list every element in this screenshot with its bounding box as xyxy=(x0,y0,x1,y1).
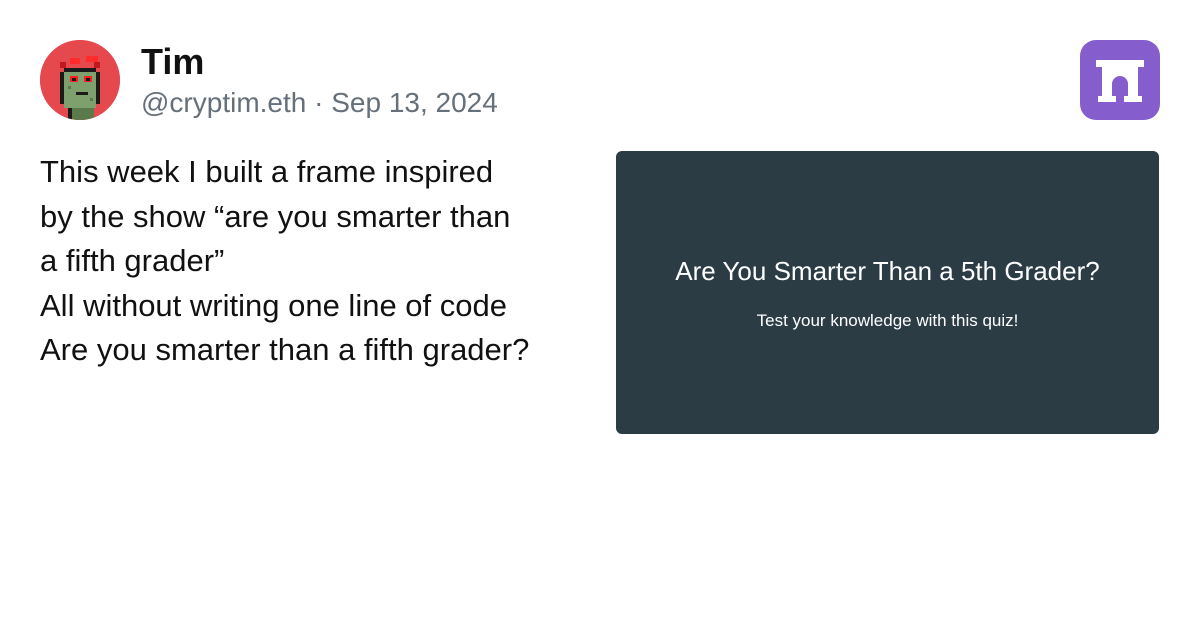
author-avatar[interactable] xyxy=(40,40,120,120)
frame-title: Are You Smarter Than a 5th Grader? xyxy=(675,256,1100,286)
post-line: This week I built a frame inspired xyxy=(40,154,494,189)
frame-subtitle: Test your knowledge with this quiz! xyxy=(756,311,1019,330)
post-line: by the show “are you smarter than xyxy=(40,198,511,234)
post-line: All without writing one line of code xyxy=(40,287,507,323)
farcaster-logo[interactable] xyxy=(1080,40,1160,120)
pixel-zombie-avatar-icon xyxy=(40,40,120,120)
post-line: Are you smarter than a fifth grader? xyxy=(40,332,530,367)
author-handle-and-date[interactable]: @cryptim.eth · Sep 13, 2024 xyxy=(141,86,498,120)
post-body: This week I built a frame inspired by th… xyxy=(40,150,600,373)
author-name[interactable]: Tim xyxy=(141,40,204,84)
frame-preview-card[interactable]: Are You Smarter Than a 5th Grader? Test … xyxy=(616,151,1159,434)
post-line: a fifth grader” xyxy=(40,243,225,278)
farcaster-arch-icon xyxy=(1096,60,1144,102)
